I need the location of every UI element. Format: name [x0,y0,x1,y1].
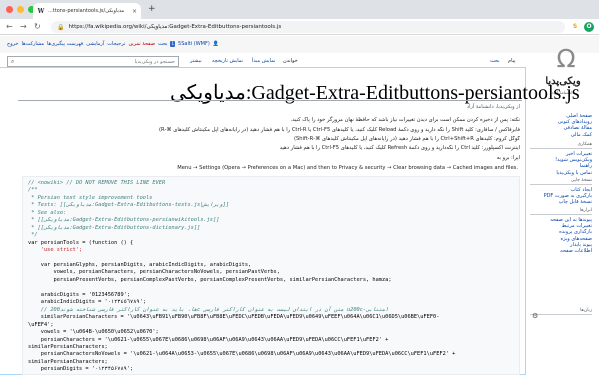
browser-tab[interactable]: W ...ttons-persiantools.js/مدیاویکی × [33,3,141,19]
minimize-window-button[interactable] [17,6,24,13]
tab-more[interactable]: بیشتر [190,58,202,64]
code-line: var persianGlyphs, persianDigits, arabic… [28,261,252,268]
code-line: * [[مدیاویکی:Gadget-Extra-Editbuttons-di… [28,224,201,231]
code-line: similarPersianCharacters; [28,358,108,365]
personal-link-sandbox[interactable]: صفحهٔ تمرین [128,41,155,47]
sidebar-item-page-info[interactable]: اطلاعات صفحه [530,248,592,254]
notifications-badge[interactable]: 1 [170,41,176,47]
code-line: /** [28,187,38,194]
code-line: var persianTools = (function () { [28,239,134,246]
bullet-ie: اینترنت اکسپلورر: کلید Ctrl را نگه‌دارید… [279,145,520,151]
wikipedia-globe-logo[interactable]: Ω [541,42,591,74]
reload-icon[interactable]: ↻ [34,21,41,32]
code-line: persianCharacters = '\u0621-\u0655\u067E… [28,336,389,343]
browser-toolbar: ← → ↻ 🔒 https://fa.wikipedia.org/wiki/مد… [0,19,599,35]
sidebar-print: نسخهٔ چاپی ایجاد کتاب بارگیری به صورت PD… [530,178,592,206]
personal-link-preferences[interactable]: ترجیحات [107,41,125,47]
address-bar[interactable]: 🔒 https://fa.wikipedia.org/wiki/مدیاویکی… [51,21,565,33]
code-line: similarPersianCharacters = '\u0643\uFB91… [28,314,440,321]
search-input[interactable]: ⌕ جستجو در ویکی‌پدیا [7,56,179,67]
wikipedia-favicon-icon: W [37,7,45,15]
code-line: */ [28,232,38,239]
personal-link-watchlist[interactable]: فهرست پیگیری‌ها [47,41,83,47]
code-line: vowels = '\u064B-\u0650\u0652\u0670'; [28,329,159,336]
page-title: مدیاویکی:Gadget-Extra-Editbuttons-persia… [170,82,580,104]
code-line: persianDigits = '۰۱۲۳۴۵۶۷۸۹'; [28,366,134,373]
bullet-chrome: گوگل کروم: کلیدهای Ctrl+Shift+R را با هم… [293,136,520,142]
search-icon[interactable]: ⌕ [11,58,14,66]
tab-message[interactable]: پیام [508,58,516,64]
code-line: // <nowiki> // DO NOT REMOVE THIS LINE E… [28,180,166,186]
forward-arrow-icon[interactable]: → [20,21,27,32]
tab-view-source[interactable]: نمایش مبدأ [252,58,275,64]
code-line: * Tests: [[مدیاویکی:Gadget-Extra-Editbut… [28,202,229,209]
tab-read[interactable]: خواندن [283,58,298,64]
code-line: 'use strict'; [28,247,83,254]
search-placeholder: جستجو در ویکی‌پدیا [134,58,175,65]
username-link[interactable]: 5Salti (WMF) [178,41,210,47]
code-line: persianPresentVerbs, persianComplexPastV… [28,276,392,283]
bullet-opera: اپرا: برو به [496,155,520,161]
tab-title: ...ttons-persiantools.js/مدیاویکی [48,8,125,14]
personal-tools: 👤 5Salti (WMF) 1 بحث صفحهٔ تمرین ترجیحات… [7,41,219,47]
title-divider [18,100,522,101]
source-code-block: // <nowiki> // DO NOT REMOVE THIS LINE E… [22,176,520,375]
code-line: \uFEF4'; [28,321,54,328]
cache-note: نکته: پس از ذخیره کردن ممکن است برای دید… [290,117,520,123]
sidebar-tools: ابزارها پیوندها به این صفحه تغییرات مرتب… [530,208,592,254]
page-subtitle: از ویکی‌پدیا، دانشنامهٔ آزاد [466,104,520,110]
back-arrow-icon[interactable]: ← [6,21,13,32]
code-line: similarPersianCharacters; [28,343,108,350]
window-controls [6,6,35,13]
personal-link-talk[interactable]: بحث [158,41,168,47]
close-window-button[interactable] [6,6,13,13]
url-text[interactable]: https://fa.wikipedia.org/wiki/مدیاویکی:G… [68,24,281,30]
code-line: arabicDigits = '0123456789'; [28,291,131,298]
sidebar-heading-print: نسخهٔ چاپی [530,178,592,185]
lock-icon: 🔒 [57,23,65,31]
code-line: arabicIndicDigits = '٠١٢٣٤٥٦٧٨٩'; [28,299,147,306]
browser-tab-bar: W ...ttons-persiantools.js/مدیاویکی × + [0,0,599,19]
tab-history[interactable]: نمایش تاریخچه [212,58,243,64]
sidebar-languages: زبان‌ها [530,308,592,317]
bullet-firefox: فایرفاکس / سافاری: کلید Shift را نگه دار… [158,127,520,133]
sidebar-item-contact[interactable]: تماس با ویکی‌پدیا [530,170,592,176]
gear-icon[interactable]: ⚙ [532,312,538,320]
tab-talk[interactable]: بحث [490,58,500,64]
sidebar-item-donate[interactable]: کمک مالی [530,132,592,138]
code-line: * [[مدیاویکی:Gadget-Extra-Editbuttons-pe… [28,217,220,224]
opera-menu-path: Menu → Settings (Opera → Preferences on … [177,165,518,171]
extension-s-icon[interactable]: S [570,22,580,32]
personal-link-logout[interactable]: خروج [7,41,19,47]
code-line: vowels, persianCharacters, persianCharac… [28,269,280,276]
user-icon: 👤 [212,41,220,47]
sidebar-heading-languages: زبان‌ها [530,308,592,315]
code-line: persianCharactersNoVowels = '\u0621-\u06… [28,351,456,358]
code-line: // ها، باید به عنوان کاراکتر فارسی شناخت… [28,306,389,313]
personal-link-beta[interactable]: آزمایشی [86,41,104,47]
close-tab-icon[interactable]: × [132,8,137,15]
personal-link-contributions[interactable]: مشارکت‌ها [22,41,45,47]
sidebar-interaction: همکاری تغییرات اخیر ویکی‌نویس شوید! راهن… [530,142,592,176]
sidebar-navigation: صفحهٔ اصلی رویدادهای کنونی مقالهٔ تصادفی… [530,113,592,138]
sidebar-heading-tools: ابزارها [530,208,592,215]
sidebar-heading-interaction: همکاری [530,142,592,149]
extension-o-icon[interactable]: O [584,22,594,32]
new-tab-button[interactable]: + [148,4,156,14]
sidebar-item-printable[interactable]: نسخهٔ قابل چاپ [530,199,592,205]
